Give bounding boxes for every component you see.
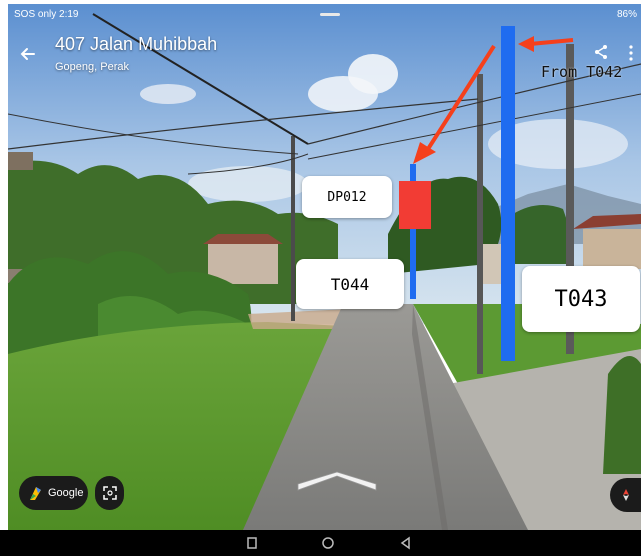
chevron-up-icon [297,471,377,491]
dp012-label: DP012 [302,176,392,218]
share-button[interactable] [593,44,609,60]
status-bar: SOS only 2:19 86% [8,4,641,24]
street-view-screen: SOS only 2:19 86% 407 Jalan Muhibbah Gop… [0,0,641,556]
home-button[interactable] [320,535,336,551]
place-subtitle: Gopeng, Perak [55,61,129,73]
drag-handle[interactable] [320,13,340,16]
back-nav-button[interactable] [398,535,414,551]
compass-icon [622,489,629,501]
fullscreen-button[interactable] [95,476,124,510]
google-label: Google [48,487,84,499]
more-vert-icon [629,45,633,61]
compass-button[interactable] [610,478,641,512]
arrow-back-icon [20,48,35,60]
fullscreen-icon [102,486,117,500]
back-button[interactable] [18,44,38,64]
from-t042-arrow [518,36,574,52]
t043-line [501,26,515,361]
google-maps-button[interactable]: Google [19,476,88,510]
system-nav-bar [0,530,641,556]
dp012-box [399,181,431,229]
recents-button[interactable] [244,535,260,551]
from-t042-label: From T042 [541,63,623,81]
t044-label: T044 [296,259,404,309]
place-title: 407 Jalan Muhibbah [55,34,218,54]
to-dp012-arrow [413,44,496,164]
move-forward-button[interactable] [296,470,378,494]
more-options-button[interactable] [628,44,634,62]
battery-level: 86% [616,9,637,20]
pegman-icon [30,486,41,500]
t043-label: T043 [522,266,640,332]
share-icon [595,45,607,59]
status-bar-time: SOS only 2:19 [14,9,79,20]
